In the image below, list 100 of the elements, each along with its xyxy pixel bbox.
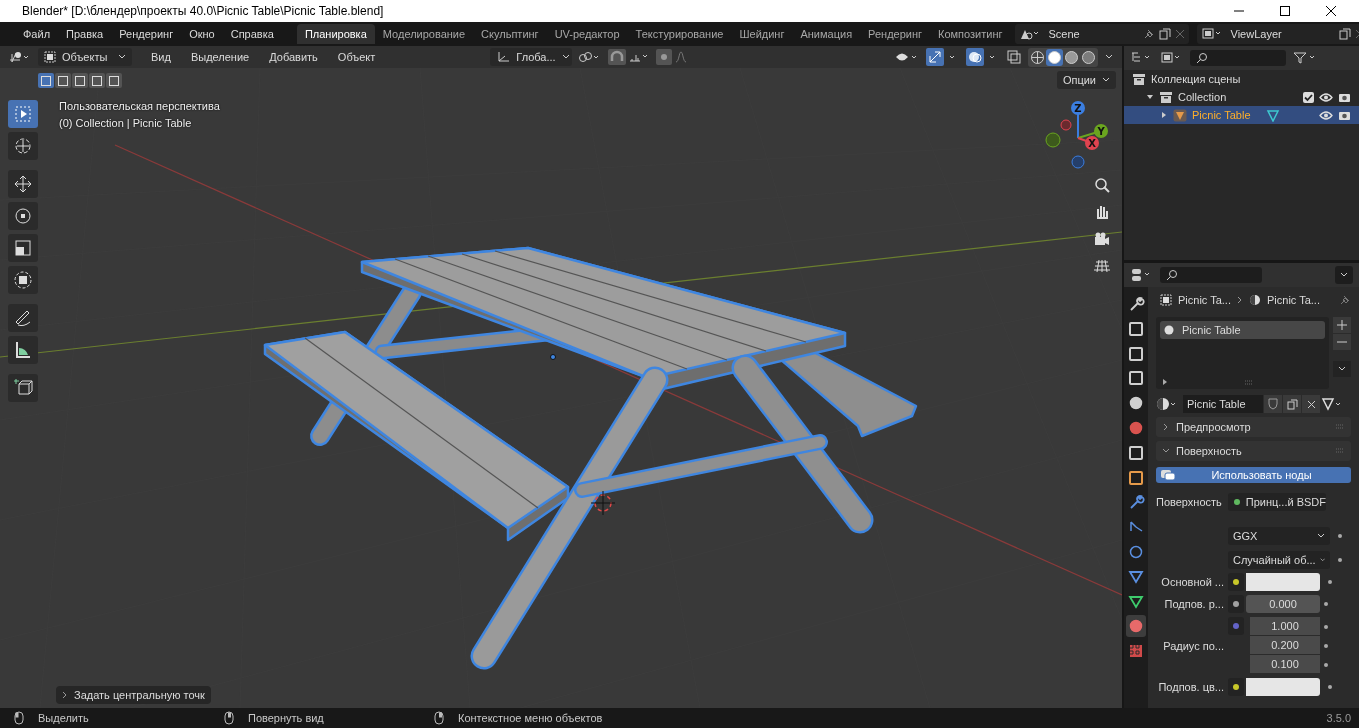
shader-field[interactable]: Принц...й BSDF xyxy=(1228,493,1326,511)
annotate-tool-button[interactable] xyxy=(8,304,38,332)
socket-dot[interactable] xyxy=(1234,499,1240,505)
socket-dot[interactable] xyxy=(1233,684,1239,690)
keyframe-dot[interactable] xyxy=(1328,685,1332,689)
menu-item[interactable]: Добавить xyxy=(262,49,325,65)
shading-mode-icon[interactable] xyxy=(1080,48,1097,66)
eye-icon[interactable] xyxy=(1319,91,1333,103)
keyframe-dot[interactable] xyxy=(1324,602,1328,606)
keyframe-dot[interactable] xyxy=(1324,624,1328,629)
resize-grip-icon[interactable] xyxy=(1244,379,1254,385)
move-tool-button[interactable] xyxy=(8,170,38,198)
copy-icon[interactable] xyxy=(1338,28,1351,40)
view-layer-selector[interactable]: ViewLayer xyxy=(1196,24,1359,44)
pin-icon[interactable] xyxy=(1142,28,1155,40)
expand-icon[interactable] xyxy=(1162,379,1168,385)
shading-mode-icon[interactable] xyxy=(1063,48,1080,66)
copy-icon[interactable] xyxy=(1158,28,1171,40)
keyframe-dot[interactable] xyxy=(1338,558,1342,562)
select-mode-button[interactable] xyxy=(89,73,105,88)
fake-user-button[interactable] xyxy=(1264,395,1282,413)
duplicate-button[interactable] xyxy=(1283,395,1301,413)
caret-icon[interactable] xyxy=(1104,53,1114,61)
menu-item[interactable]: Файл xyxy=(16,26,58,42)
shading-mode-icon[interactable] xyxy=(1046,48,1063,66)
number-field[interactable]: 1.000 xyxy=(1250,617,1320,636)
workspace-tab[interactable]: UV-редактор xyxy=(546,24,628,44)
orientation-dropdown[interactable]: Глоба... xyxy=(490,48,573,66)
color-swatch[interactable] xyxy=(1246,678,1320,696)
panel-header[interactable]: Предпросмотр xyxy=(1156,417,1351,437)
menu-item[interactable]: Рендеринг xyxy=(112,26,181,42)
transform-tool-button[interactable] xyxy=(8,266,38,294)
menu-item[interactable]: Правка xyxy=(59,26,111,42)
rotate-tool-button[interactable] xyxy=(8,202,38,230)
workspace-tab[interactable]: Моделирование xyxy=(374,24,474,44)
select-mode-button[interactable] xyxy=(106,73,122,88)
number-field[interactable]: 0.000 xyxy=(1246,595,1320,613)
mode-dropdown[interactable]: Объекты xyxy=(38,48,132,66)
search-field[interactable] xyxy=(1190,50,1286,66)
menu-item[interactable]: Объект xyxy=(330,49,383,65)
select-mode-button[interactable] xyxy=(55,73,71,88)
unlink-button[interactable] xyxy=(1302,395,1320,413)
workspace-tab[interactable]: Композитинг xyxy=(930,24,1011,44)
shading-mode-icon[interactable] xyxy=(1029,48,1046,66)
keyframe-dot[interactable] xyxy=(1324,662,1328,667)
close-icon[interactable] xyxy=(1325,5,1337,17)
select-tool-button[interactable] xyxy=(8,100,38,128)
workspace-tab[interactable]: Рендеринг xyxy=(860,24,931,44)
xray-icon[interactable] xyxy=(1006,49,1022,65)
disclosure-icon[interactable] xyxy=(1146,93,1154,101)
options-dropdown[interactable]: Опции xyxy=(1056,71,1116,89)
socket-dot[interactable] xyxy=(1233,601,1239,607)
socket-dot[interactable] xyxy=(1233,579,1239,585)
picnic-table-drawing[interactable] xyxy=(263,246,918,670)
eye-icon[interactable] xyxy=(1319,109,1333,121)
camera-icon[interactable] xyxy=(1338,109,1351,121)
socket-dot[interactable] xyxy=(1233,623,1239,629)
camera-icon[interactable] xyxy=(1338,91,1351,103)
number-field[interactable]: 0.200 xyxy=(1250,636,1320,655)
select-mode-button[interactable] xyxy=(38,73,54,88)
outliner-row[interactable]: Коллекция сцены xyxy=(1124,70,1359,88)
material-slot[interactable]: Picnic Table xyxy=(1160,321,1325,339)
add-slot-button[interactable] xyxy=(1333,317,1351,333)
axis-gizmo-handle[interactable] xyxy=(1045,132,1061,148)
outliner-row[interactable]: Collection xyxy=(1124,88,1359,106)
workspace-tab[interactable]: Скульптинг xyxy=(473,24,547,44)
cursor-tool-button[interactable] xyxy=(8,132,38,160)
axis-gizmo-handle[interactable]: Z xyxy=(1071,101,1085,139)
menu-item[interactable]: Вид xyxy=(144,49,178,65)
dropdown[interactable]: Случайный об... xyxy=(1228,551,1330,569)
select-mode-button[interactable] xyxy=(72,73,88,88)
axis-gizmo-handle[interactable] xyxy=(1060,119,1072,131)
pin-icon[interactable] xyxy=(1339,294,1351,306)
add-tool-button[interactable] xyxy=(8,374,38,402)
number-field[interactable]: 0.100 xyxy=(1250,655,1320,674)
keyframe-dot[interactable] xyxy=(1338,534,1342,538)
axis-gizmo-handle[interactable] xyxy=(1071,155,1085,169)
scene-selector[interactable]: Scene xyxy=(1014,24,1189,44)
workspace-tab[interactable]: Текстурирование xyxy=(627,24,732,44)
workspace-tab[interactable]: Планировка xyxy=(296,24,375,44)
workspace-tab[interactable]: Шейдинг xyxy=(731,24,793,44)
mesh-data-icon[interactable] xyxy=(1265,108,1280,122)
menu-item[interactable]: Выделение xyxy=(183,49,257,65)
outliner-row[interactable]: Picnic Table xyxy=(1124,106,1359,124)
disclosure-icon[interactable] xyxy=(1160,111,1168,119)
slot-menu-button[interactable] xyxy=(1333,361,1351,377)
last-operator-panel[interactable]: Задать центральную точк xyxy=(56,686,211,704)
keyframe-dot[interactable] xyxy=(1328,580,1332,584)
measure-tool-button[interactable] xyxy=(8,336,38,364)
use-nodes-button[interactable]: Использовать ноды xyxy=(1156,467,1351,483)
search-field[interactable] xyxy=(1160,267,1262,283)
keyframe-dot[interactable] xyxy=(1324,643,1328,648)
remove-slot-button[interactable] xyxy=(1333,334,1351,350)
maximize-icon[interactable] xyxy=(1279,5,1291,17)
menu-item[interactable]: Справка xyxy=(223,26,281,42)
color-swatch[interactable] xyxy=(1246,573,1320,591)
menu-item[interactable]: Окно xyxy=(182,26,222,42)
material-name-field[interactable]: Picnic Table xyxy=(1183,395,1263,413)
workspace-tab[interactable]: Анимация xyxy=(792,24,861,44)
panel-header[interactable]: Поверхность xyxy=(1156,441,1351,461)
